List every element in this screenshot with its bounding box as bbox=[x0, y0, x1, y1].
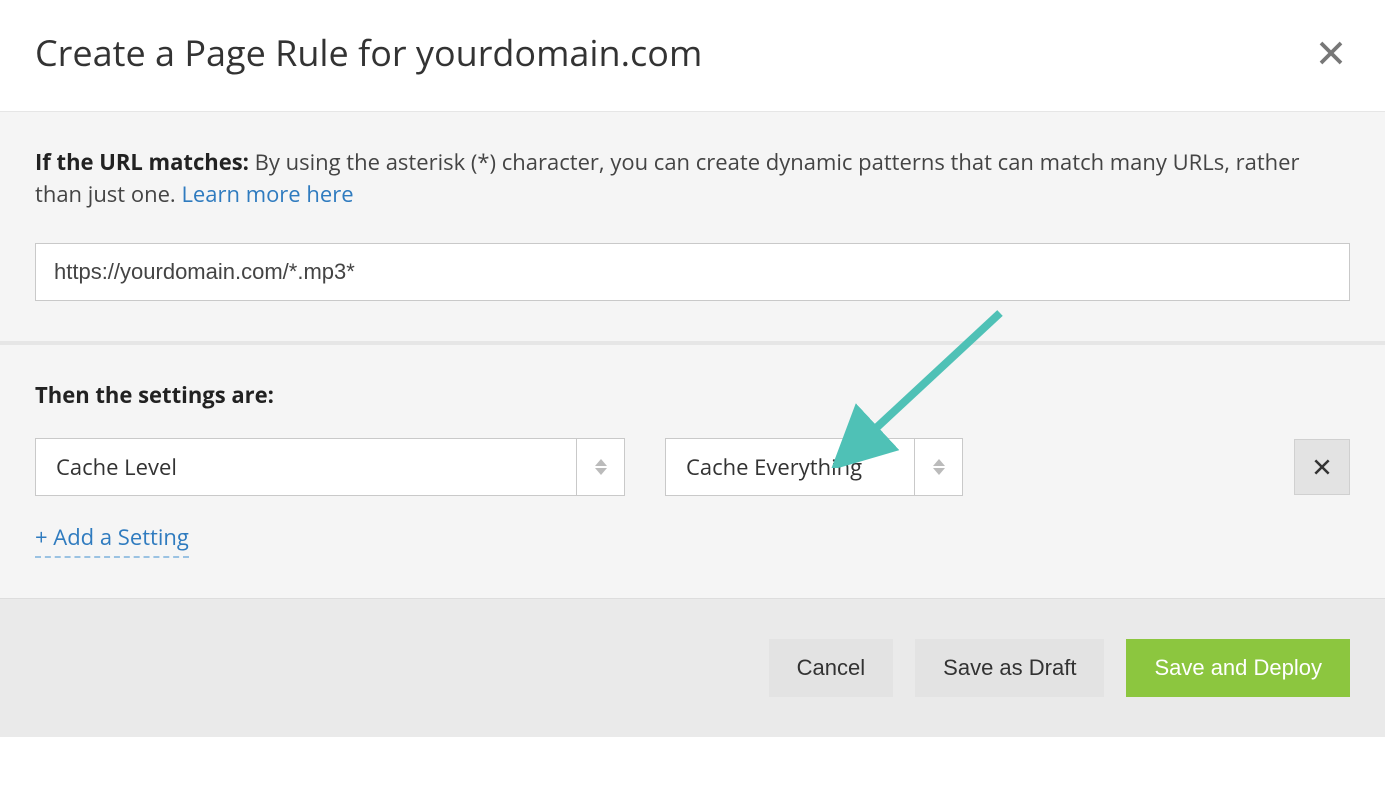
url-pattern-input[interactable] bbox=[35, 243, 1350, 301]
setting-name-select[interactable]: Cache Level bbox=[35, 438, 625, 496]
setting-name-label: Cache Level bbox=[36, 439, 576, 495]
modal-title: Create a Page Rule for yourdomain.com bbox=[35, 28, 702, 77]
settings-heading: Then the settings are: bbox=[35, 380, 1350, 410]
stepper-icon bbox=[914, 439, 962, 495]
url-match-helper: If the URL matches: By using the asteris… bbox=[35, 147, 1350, 211]
url-match-section: If the URL matches: By using the asteris… bbox=[0, 111, 1385, 341]
setting-value-select[interactable]: Cache Everything bbox=[665, 438, 963, 496]
cancel-button[interactable]: Cancel bbox=[769, 639, 893, 697]
url-match-heading: If the URL matches: bbox=[35, 147, 249, 177]
page-rule-modal: Create a Page Rule for yourdomain.com If… bbox=[0, 0, 1385, 737]
learn-more-link[interactable]: Learn more here bbox=[181, 179, 353, 209]
remove-setting-button[interactable] bbox=[1294, 439, 1350, 495]
add-setting-link[interactable]: + Add a Setting bbox=[35, 522, 189, 558]
stepper-icon bbox=[576, 439, 624, 495]
close-button[interactable] bbox=[1312, 34, 1350, 72]
save-deploy-button[interactable]: Save and Deploy bbox=[1126, 639, 1350, 697]
settings-section: Then the settings are: Cache Level Cache… bbox=[0, 341, 1385, 598]
modal-footer: Cancel Save as Draft Save and Deploy bbox=[0, 598, 1385, 737]
setting-value-label: Cache Everything bbox=[666, 439, 914, 495]
setting-row: Cache Level Cache Everything bbox=[35, 438, 1350, 496]
close-icon bbox=[1316, 38, 1346, 68]
close-icon bbox=[1312, 457, 1332, 477]
save-draft-button[interactable]: Save as Draft bbox=[915, 639, 1104, 697]
modal-header: Create a Page Rule for yourdomain.com bbox=[0, 0, 1385, 111]
